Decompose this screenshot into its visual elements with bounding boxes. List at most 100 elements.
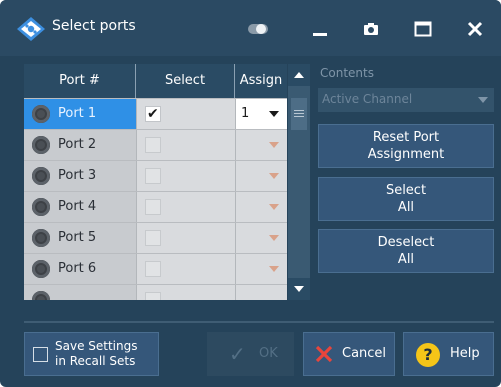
scroll-thumb[interactable] [291, 98, 307, 130]
table-row[interactable] [24, 284, 287, 300]
table-row[interactable]: Port 4 [24, 191, 287, 222]
help-label: Help [450, 346, 480, 361]
column-header-port[interactable]: Port # [24, 64, 136, 98]
table-scrollbar[interactable] [288, 64, 310, 300]
port-cell[interactable]: Port 3 [24, 161, 136, 191]
port-label: Port 2 [58, 137, 97, 152]
select-cell [136, 254, 235, 284]
checkbox-box[interactable] [33, 347, 48, 362]
table-row[interactable]: Port 6 [24, 253, 287, 284]
select-cell [136, 161, 235, 191]
close-button[interactable] [460, 14, 490, 44]
select-checkbox[interactable] [145, 199, 161, 215]
dropdown-arrow-icon [269, 173, 279, 179]
port-label: Port 1 [58, 106, 97, 121]
assign-dropdown[interactable] [235, 130, 287, 160]
dropdown-arrow-icon [478, 97, 488, 103]
port-led-icon [32, 260, 50, 278]
button-label: Select All [385, 183, 427, 215]
maximize-button[interactable] [408, 14, 438, 44]
footer-divider [24, 321, 494, 323]
port-led-icon [32, 105, 50, 123]
contents-dropdown[interactable]: Active Channel [318, 88, 494, 112]
select-all-button[interactable]: Select All [318, 177, 494, 221]
toggle-icon [248, 24, 268, 34]
minimize-icon [313, 33, 327, 36]
assign-dropdown[interactable] [235, 223, 287, 253]
ok-label: OK [259, 346, 278, 361]
select-checkbox[interactable] [145, 261, 161, 277]
camera-icon [364, 23, 378, 35]
screenshot-button[interactable] [356, 14, 386, 44]
minimize-button[interactable] [305, 14, 335, 44]
scroll-down-button[interactable] [288, 278, 310, 300]
select-cell: ✔ [136, 99, 235, 129]
assign-dropdown[interactable] [235, 192, 287, 222]
port-label: Port 4 [58, 199, 97, 214]
assign-dropdown[interactable] [235, 285, 287, 300]
deselect-all-button[interactable]: Deselect All [318, 229, 494, 273]
save-settings-label: Save Settings in Recall Sets [55, 339, 138, 368]
select-cell [136, 223, 235, 253]
select-checkbox[interactable] [145, 292, 161, 300]
grip-line [294, 110, 304, 111]
assign-dropdown[interactable] [235, 254, 287, 284]
grip-line [294, 116, 304, 117]
cancel-button[interactable]: Cancel [303, 332, 395, 376]
port-led-icon [32, 291, 50, 300]
check-mark-icon: ✔ [147, 106, 159, 122]
assign-value: 1 [241, 106, 250, 121]
save-settings-checkbox[interactable]: Save Settings in Recall Sets [24, 332, 159, 376]
maximize-icon [414, 21, 432, 37]
port-cell[interactable]: Port 6 [24, 254, 136, 284]
contents-value: Active Channel [322, 92, 413, 106]
table-row[interactable]: Port 3 [24, 160, 287, 191]
scroll-up-button[interactable] [288, 64, 310, 86]
ok-button[interactable]: ✓ OK [207, 332, 294, 376]
help-icon: ? [416, 343, 440, 367]
table-header: Port # Select Assign [24, 64, 287, 98]
select-checkbox[interactable] [145, 230, 161, 246]
close-icon [467, 21, 483, 37]
column-header-assign[interactable]: Assign [235, 64, 287, 98]
arrow-up-icon [294, 72, 304, 78]
app-logo-icon [17, 17, 45, 41]
assign-dropdown[interactable]: 1 [235, 99, 287, 129]
select-checkbox[interactable]: ✔ [145, 106, 161, 122]
port-led-icon [32, 136, 50, 154]
assign-dropdown[interactable] [235, 161, 287, 191]
column-header-select[interactable]: Select [136, 64, 235, 98]
port-label: Port 5 [58, 230, 97, 245]
select-cell [136, 192, 235, 222]
port-cell[interactable]: Port 1 [24, 99, 136, 129]
select-cell [136, 285, 235, 300]
help-button[interactable]: ? Help [403, 332, 494, 376]
grip-line [294, 113, 304, 114]
port-cell[interactable]: Port 4 [24, 192, 136, 222]
select-checkbox[interactable] [145, 168, 161, 184]
dropdown-arrow-icon [269, 204, 279, 210]
window-title: Select ports [52, 18, 136, 34]
port-led-icon [32, 198, 50, 216]
table-row[interactable]: Port 1 ✔ 1 [24, 98, 287, 129]
title-bar: Select ports [0, 0, 501, 56]
dropdown-arrow-icon [269, 266, 279, 272]
table-row[interactable]: Port 2 [24, 129, 287, 160]
toggle-button[interactable] [243, 14, 273, 44]
button-label: Deselect All [377, 235, 435, 267]
select-checkbox[interactable] [145, 137, 161, 153]
port-cell[interactable] [24, 285, 136, 300]
reset-port-assignment-button[interactable]: Reset Port Assignment [318, 124, 494, 168]
port-cell[interactable]: Port 2 [24, 130, 136, 160]
arrow-down-icon [294, 286, 304, 292]
contents-label: Contents [320, 66, 374, 80]
table-row[interactable]: Port 5 [24, 222, 287, 253]
select-cell [136, 130, 235, 160]
dropdown-arrow-icon [269, 235, 279, 241]
close-x-icon [315, 345, 333, 363]
button-label: Reset Port Assignment [367, 130, 445, 162]
port-label: Port 3 [58, 168, 97, 183]
dropdown-arrow-icon [269, 111, 279, 117]
port-table: Port # Select Assign Port 1 ✔ 1 Port 2 P… [24, 64, 287, 300]
port-cell[interactable]: Port 5 [24, 223, 136, 253]
